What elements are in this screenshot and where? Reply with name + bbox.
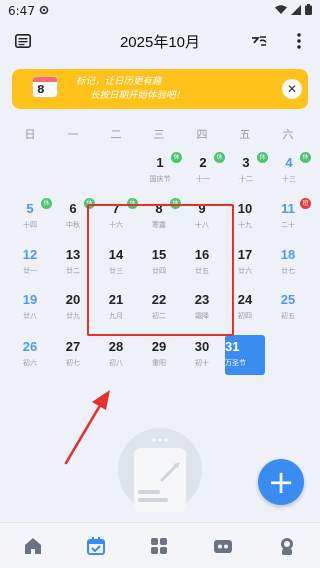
add-event-button[interactable]: + (258, 459, 304, 505)
list-icon[interactable] (12, 30, 34, 52)
weekday-label: 二 (110, 128, 122, 141)
holiday-badge: 休 (171, 152, 182, 163)
grid-icon[interactable] (148, 535, 170, 557)
highlight-box (87, 204, 234, 336)
calendar-day-25[interactable]: 25 初五 (268, 292, 308, 330)
status-bar: 6:47 (0, 0, 320, 22)
calendar-day-3[interactable]: 3 十二 休 (226, 152, 268, 193)
banner-text: 标记，让日历更有趣 长按日期开始体验吧！ (76, 75, 185, 103)
banner-line-2: 长按日期开始体验吧！ (90, 90, 186, 101)
weekday-label: 四 (196, 128, 208, 141)
calendar-day-27[interactable]: 27 初七 (53, 339, 93, 377)
wifi-icon (275, 4, 287, 18)
banner-line-1: 标记，让日历更有趣 (76, 76, 162, 87)
calendar-day-12[interactable]: 12 廿一 (10, 247, 50, 285)
top-app-bar: 2025年10月 (0, 26, 320, 56)
home-icon[interactable] (22, 535, 44, 557)
holiday-badge: 休 (300, 152, 311, 163)
weekday-label: 五 (239, 128, 251, 141)
calendar-day-29[interactable]: 29 重阳 (139, 339, 179, 377)
holiday-badge: 休 (41, 198, 52, 209)
calendar-day-19[interactable]: 19 廿八 (10, 292, 50, 330)
profile-icon[interactable] (276, 535, 298, 557)
close-icon[interactable]: ✕ (282, 79, 302, 99)
promo-banner[interactable]: 8 标记，让日历更有趣 长按日期开始体验吧！ ✕ (12, 69, 308, 109)
weekday-label: 三 (153, 128, 165, 141)
annotation-arrow-icon (64, 390, 110, 465)
calendar-day-5[interactable]: 5 十四 休 (10, 198, 52, 239)
settings-gear-icon (39, 4, 49, 18)
more-icon[interactable] (288, 30, 310, 52)
signal-icon (291, 4, 301, 18)
calendar-day-18[interactable]: 18 廿七 (268, 247, 308, 285)
calendar-day-31-selected[interactable]: 31 万圣节 (225, 335, 265, 375)
bottom-navigation (0, 522, 320, 568)
banner-card-number: 8 (37, 83, 45, 96)
calendar-card-icon: 8 (32, 76, 58, 98)
weekday-label: 日 (24, 128, 36, 141)
battery-icon (305, 4, 312, 18)
tools-icon[interactable] (212, 535, 234, 557)
status-time: 6:47 (8, 4, 35, 18)
workday-badge: 班 (300, 198, 311, 209)
calendar-day-28[interactable]: 28 初八 (96, 339, 136, 377)
calendar-day-11[interactable]: 11 二十 班 (268, 198, 311, 239)
empty-state-illustration (118, 428, 202, 512)
calendar-day-2[interactable]: 2 十一 休 (183, 152, 225, 193)
weather-icon[interactable] (248, 30, 270, 52)
holiday-badge: 休 (214, 152, 225, 163)
calendar-day-26[interactable]: 26 初六 (10, 339, 50, 377)
calendar-day-30[interactable]: 30 初十 (182, 339, 222, 377)
holiday-badge: 休 (257, 152, 268, 163)
calendar-icon[interactable] (85, 535, 107, 557)
calendar-day-4[interactable]: 4 十三 休 (269, 152, 311, 193)
weekday-label: 六 (282, 128, 294, 141)
weekday-label: 一 (67, 128, 79, 141)
calendar-day-1[interactable]: 1 国庆节 休 (140, 152, 182, 193)
weekday-header: 日 一 二 三 四 五 六 (0, 126, 320, 144)
month-title[interactable]: 2025年10月 (120, 31, 200, 52)
